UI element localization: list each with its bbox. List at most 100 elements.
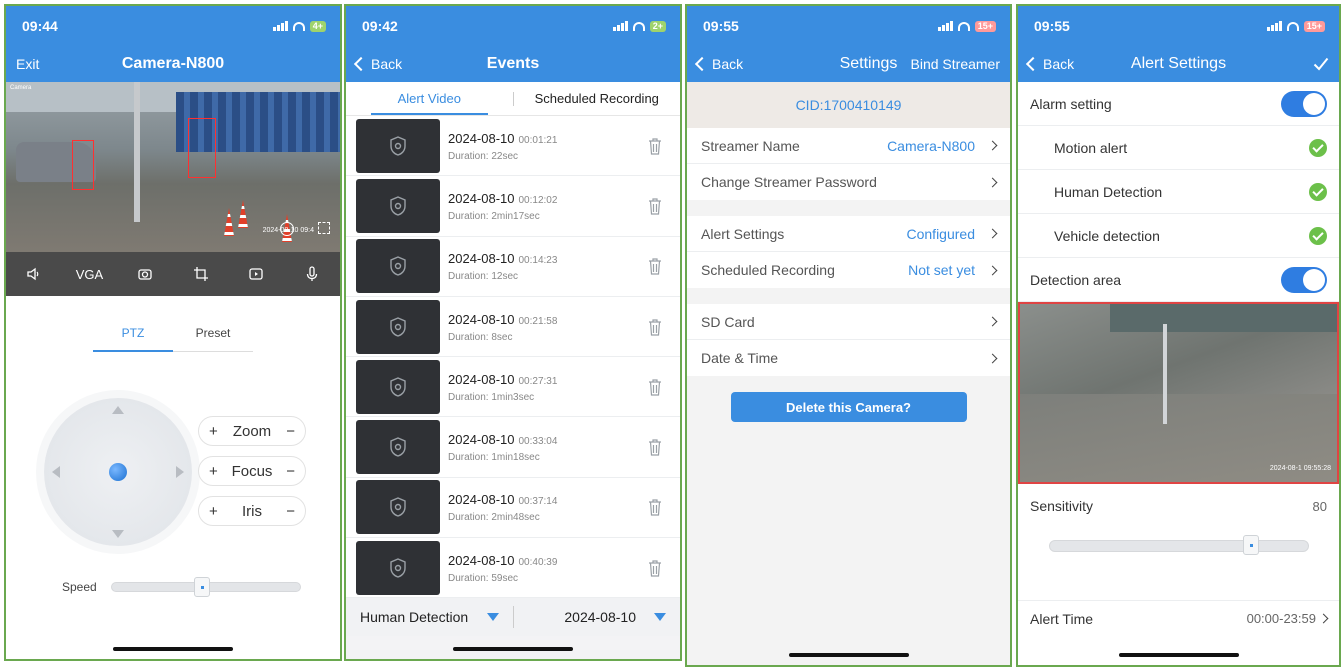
back-button[interactable]: Back	[1025, 56, 1074, 72]
dropdown-arrow-icon	[654, 613, 666, 621]
filter-type-dropdown[interactable]: Human Detection	[346, 609, 513, 625]
checkmark-icon[interactable]	[1313, 57, 1329, 71]
camera-icon[interactable]	[130, 259, 160, 289]
iris-control: + Iris −	[198, 496, 306, 526]
trash-icon[interactable]	[648, 438, 662, 461]
date-time-row[interactable]: Date & Time	[687, 340, 1010, 376]
focus-in-button[interactable]: +	[209, 463, 218, 480]
back-label: Back	[712, 56, 744, 72]
record-icon[interactable]	[241, 259, 271, 289]
duration-prefix: Duration:	[448, 331, 489, 343]
tab-ptz[interactable]: PTZ	[93, 326, 173, 352]
event-thumbnail[interactable]	[356, 480, 440, 535]
vehicle-detection-row[interactable]: Vehicle detection	[1018, 214, 1339, 258]
zoom-out-button[interactable]: −	[286, 423, 295, 440]
check-circle-icon[interactable]	[1309, 182, 1327, 201]
sensitivity-slider-thumb[interactable]	[1243, 535, 1260, 555]
event-thumbnail[interactable]	[356, 118, 440, 173]
duration-value: 12sec	[491, 271, 519, 283]
scheduled-recording-row[interactable]: Scheduled Recording Not set yet	[687, 252, 1010, 288]
live-video[interactable]: Camera 2024-08-10 09:4	[6, 82, 340, 252]
change-password-row[interactable]: Change Streamer Password	[687, 164, 1010, 200]
down-arrow-icon[interactable]	[112, 530, 124, 538]
quality-button[interactable]: VGA	[74, 259, 104, 289]
chevron-left-icon	[353, 56, 369, 72]
event-info: 2024-08-10 00:33:04 Duration: 1min18sec	[448, 431, 557, 463]
speed-slider-thumb[interactable]	[194, 577, 211, 597]
trash-icon[interactable]	[648, 137, 662, 160]
event-thumbnail[interactable]	[356, 540, 440, 595]
streamer-name-label: Streamer Name	[701, 137, 800, 154]
trash-icon[interactable]	[648, 378, 662, 401]
right-arrow-icon[interactable]	[176, 466, 184, 478]
snapshot-ring-icon[interactable]	[280, 222, 294, 236]
event-row[interactable]: 2024-08-10 00:21:58 Duration: 8sec	[346, 297, 680, 358]
crop-icon[interactable]	[186, 259, 216, 289]
preview-pole	[1163, 324, 1167, 424]
event-row[interactable]: 2024-08-10 00:12:02 Duration: 2min17sec	[346, 176, 680, 237]
check-circle-icon[interactable]	[1309, 138, 1327, 157]
event-row[interactable]: 2024-08-10 00:01:21 Duration: 22sec	[346, 116, 680, 177]
delete-camera-button[interactable]: Delete this Camera?	[730, 392, 967, 422]
detection-area-preview[interactable]: 2024-08-1 09:55:28	[1018, 302, 1339, 484]
trash-icon[interactable]	[648, 257, 662, 280]
iris-in-button[interactable]: +	[209, 503, 218, 520]
sensitivity-slider[interactable]	[1048, 535, 1309, 555]
trash-icon[interactable]	[648, 498, 662, 521]
bind-streamer-button[interactable]: Bind Streamer	[911, 56, 1000, 72]
sd-card-row[interactable]: SD Card	[687, 304, 1010, 340]
human-detection-label: Human Detection	[1054, 183, 1163, 200]
alert-time-row[interactable]: Alert Time 00:00-23:59	[1018, 600, 1339, 636]
trash-icon[interactable]	[648, 197, 662, 220]
speaker-icon[interactable]	[19, 259, 49, 289]
event-info: 2024-08-10 00:14:23 Duration: 12sec	[448, 250, 557, 282]
focus-out-button[interactable]: −	[286, 463, 295, 480]
event-info: 2024-08-10 00:40:39 Duration: 59sec	[448, 552, 557, 584]
event-row[interactable]: 2024-08-10 00:37:14 Duration: 2min48sec	[346, 478, 680, 539]
tab-alert-video[interactable]: Alert Video	[346, 82, 513, 115]
alert-settings-row[interactable]: Alert Settings Configured	[687, 216, 1010, 252]
trash-icon[interactable]	[648, 559, 662, 582]
nav-bar: Back Alert Settings	[1018, 46, 1339, 82]
streamer-name-row[interactable]: Streamer Name Camera-N800	[687, 128, 1010, 164]
iris-out-button[interactable]: −	[286, 503, 295, 520]
home-indicator	[113, 647, 233, 651]
back-button[interactable]: Back	[694, 56, 744, 72]
shield-eye-icon	[390, 497, 406, 518]
zoom-in-button[interactable]: +	[209, 423, 218, 440]
up-arrow-icon[interactable]	[112, 406, 124, 414]
event-thumbnail[interactable]	[356, 420, 440, 475]
event-thumbnail[interactable]	[356, 178, 440, 233]
preview-timestamp: 2024-08-1 09:55:28	[1269, 465, 1331, 472]
event-row[interactable]: 2024-08-10 00:14:23 Duration: 12sec	[346, 237, 680, 297]
fullscreen-icon[interactable]	[318, 222, 330, 234]
event-date: 2024-08-10	[448, 552, 515, 568]
event-thumbnail[interactable]	[356, 239, 440, 294]
back-button[interactable]: Back	[353, 56, 402, 72]
event-row[interactable]: 2024-08-10 00:27:31 Duration: 1min3sec	[346, 357, 680, 418]
event-thumbnail[interactable]	[356, 299, 440, 354]
joystick-knob[interactable]	[109, 463, 127, 481]
motion-alert-row[interactable]: Motion alert	[1018, 126, 1339, 170]
alarm-toggle[interactable]	[1281, 90, 1327, 117]
microphone-icon[interactable]	[297, 259, 327, 289]
event-thumbnail[interactable]	[356, 359, 440, 414]
detection-area-toggle[interactable]	[1281, 266, 1327, 293]
left-arrow-icon[interactable]	[52, 466, 60, 478]
event-row[interactable]: 2024-08-10 00:33:04 Duration: 1min18sec	[346, 417, 680, 478]
event-row[interactable]: 2024-08-10 00:40:39 Duration: 59sec	[346, 538, 680, 599]
ptz-joystick[interactable]	[44, 398, 192, 546]
settings-group-device: SD Card Date & Time	[687, 304, 1010, 376]
exit-button[interactable]: Exit	[16, 56, 39, 72]
check-circle-icon[interactable]	[1309, 226, 1327, 245]
trash-icon[interactable]	[648, 318, 662, 341]
human-detection-row[interactable]: Human Detection	[1018, 170, 1339, 214]
detection-area-label: Detection area	[1030, 271, 1122, 288]
speed-row: Speed	[62, 577, 301, 597]
camera-tag: Camera	[10, 85, 32, 91]
zoom-label: Zoom	[232, 422, 272, 440]
tab-scheduled-recording[interactable]: Scheduled Recording	[514, 82, 681, 115]
tab-preset[interactable]: Preset	[173, 326, 253, 352]
filter-date-dropdown[interactable]: 2024-08-10	[514, 609, 681, 625]
speed-slider[interactable]	[110, 577, 301, 597]
